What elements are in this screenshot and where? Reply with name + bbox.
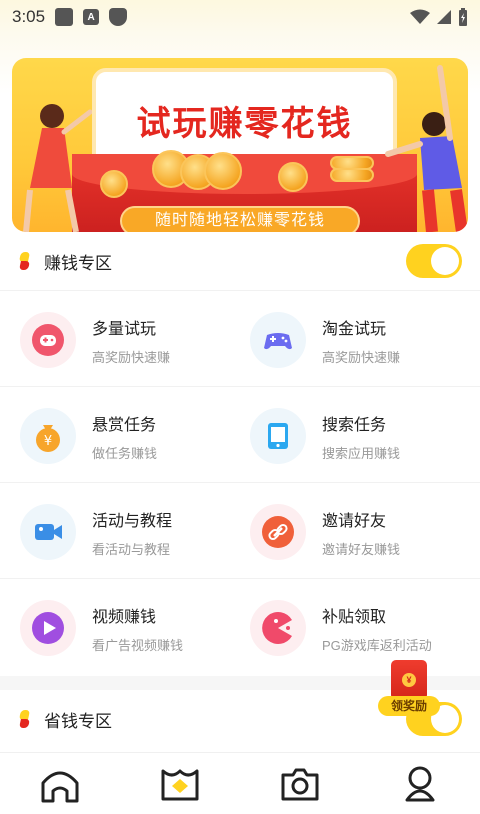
item-icon-bg <box>250 408 306 464</box>
shield-icon <box>109 8 128 26</box>
app-a-icon: A <box>83 9 100 25</box>
item-title: 搜索任务 <box>322 416 387 434</box>
bottom-tab-bar <box>0 752 480 814</box>
item-xuanshang-renwu[interactable]: ¥ 悬赏任务做任务赚钱 <box>20 405 250 467</box>
reward-label: 领奖励 <box>378 696 440 716</box>
item-subtitle: 看广告视频赚钱 <box>92 637 184 653</box>
toggle-knob <box>431 247 459 275</box>
item-title: 视频赚钱 <box>92 608 157 626</box>
item-icon-bg <box>250 312 306 368</box>
item-title: 淘金试玩 <box>322 320 387 338</box>
yuan-symbol: ¥ <box>44 434 52 449</box>
item-sousuo-renwu[interactable]: 搜索任务搜索应用赚钱 <box>250 405 480 467</box>
item-icon-bg <box>20 504 76 560</box>
item-yaoqing-haoyou[interactable]: 邀请好友邀请好友赚钱 <box>250 501 480 563</box>
signal-icon <box>437 10 451 24</box>
item-title: 多量试玩 <box>92 320 157 338</box>
earn-grid: 多量试玩 高奖励快速赚 淘金试玩 高奖励快速赚 ¥ 悬赏任务 做任务赚钱 搜索任务 搜索… <box>0 290 480 674</box>
video-camera-icon <box>35 524 62 540</box>
item-subtitle: 搜索应用赚钱 <box>322 445 401 461</box>
item-taojin-shiwan[interactable]: 淘金试玩高奖励快速赚 <box>250 309 480 371</box>
controller-icon <box>264 333 292 350</box>
item-subtitle: 邀请好友赚钱 <box>322 541 401 557</box>
status-time: 3:05 <box>12 7 46 26</box>
store-icon <box>161 769 199 800</box>
man-illustration <box>385 65 468 232</box>
save-section-title: 省钱专区 <box>44 711 112 731</box>
item-icon-bg <box>250 504 306 560</box>
tab-camera[interactable] <box>270 759 330 809</box>
item-subtitle: PG游戏库返利活动 <box>322 637 432 653</box>
item-title: 邀请好友 <box>322 512 387 530</box>
earn-section-header: 赚钱专区 <box>0 232 480 290</box>
money-bag-icon: ¥ <box>36 425 60 452</box>
earn-section-toggle[interactable] <box>406 244 462 278</box>
item-icon-bg: ¥ <box>20 408 76 464</box>
item-title: 悬赏任务 <box>92 416 157 434</box>
item-butie-lingqu[interactable]: 补贴领取 PG游戏库返利活动 <box>250 597 480 659</box>
item-subtitle: 看活动与教程 <box>92 541 171 557</box>
tab-profile[interactable] <box>390 759 450 809</box>
woman-illustration <box>23 104 92 232</box>
banner-title: 试玩赚零花钱 <box>136 105 353 143</box>
pacman-icon <box>262 612 292 644</box>
wifi-icon <box>410 9 430 24</box>
grid-row: ¥ 悬赏任务做任务赚钱 搜索任务搜索应用赚钱 <box>0 386 480 482</box>
grid-row: 活动与教程看活动与教程 邀请好友邀请好友赚钱 <box>0 482 480 578</box>
banner-subtitle: 随时随地轻松赚零花钱 <box>120 206 360 232</box>
item-icon-bg <box>250 600 306 656</box>
tab-home[interactable] <box>30 759 90 809</box>
grid-row: 多量试玩高奖励快速赚 淘金试玩高奖励快速赚 <box>0 290 480 386</box>
section-logo-icon <box>20 710 30 728</box>
play-icon <box>32 612 64 644</box>
promo-banner[interactable]: 试玩赚零花钱 随时随地轻松赚零花钱 <box>12 58 468 232</box>
item-icon-bg <box>20 312 76 368</box>
profile-icon <box>405 766 435 801</box>
reward-float-button[interactable]: ¥ 领奖励 <box>378 660 440 720</box>
status-bar: 3:05 A <box>0 0 480 34</box>
item-subtitle: 高奖励快速赚 <box>92 349 171 365</box>
coin <box>100 170 128 198</box>
home-icon <box>41 771 79 802</box>
camera-icon <box>281 768 319 800</box>
gamepad-icon <box>32 324 64 356</box>
tablet-icon <box>268 423 288 449</box>
earn-section-title: 赚钱专区 <box>44 253 112 273</box>
item-shipin-zhuanqian[interactable]: 视频赚钱看广告视频赚钱 <box>20 597 250 659</box>
tab-earn[interactable] <box>150 759 210 809</box>
item-huodong-jiaocheng[interactable]: 活动与教程看活动与教程 <box>20 501 250 563</box>
section-logo-icon <box>20 252 30 270</box>
coin-symbol: ¥ <box>402 673 416 687</box>
coin <box>330 168 374 182</box>
red-packet-icon: ¥ <box>391 660 427 700</box>
item-subtitle: 高奖励快速赚 <box>322 349 401 365</box>
link-icon <box>262 516 294 548</box>
item-subtitle: 做任务赚钱 <box>92 445 158 461</box>
item-title: 补贴领取 <box>322 608 387 626</box>
item-icon-bg <box>20 600 76 656</box>
coin <box>204 152 242 190</box>
battery-icon <box>459 8 467 26</box>
notification-icon <box>55 8 74 26</box>
coin <box>278 162 308 192</box>
item-duoliang-shiwan[interactable]: 多量试玩高奖励快速赚 <box>20 309 250 371</box>
item-title: 活动与教程 <box>92 512 173 530</box>
